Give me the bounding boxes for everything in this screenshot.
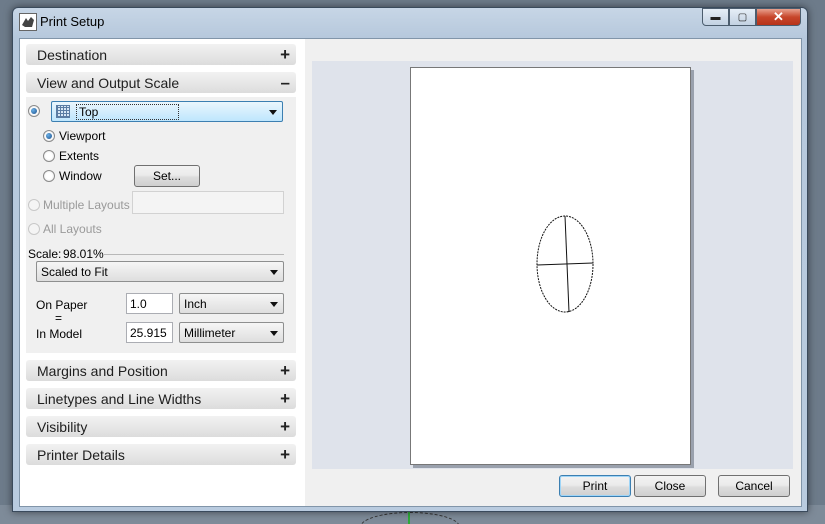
in-model-unit-select[interactable]: Millimeter	[179, 322, 284, 343]
section-label: Printer Details	[37, 446, 125, 463]
on-paper-unit-select[interactable]: Inch	[179, 293, 284, 314]
scale-mode-value: Scaled to Fit	[41, 264, 108, 279]
expand-icon: +	[280, 417, 290, 436]
expand-icon: +	[280, 361, 290, 380]
minimize-button[interactable]: ▬	[702, 8, 729, 26]
in-model-label: In Model	[36, 327, 83, 341]
dialog-client-area: Destination + View and Output Scale – To…	[19, 38, 802, 507]
settings-panel: Destination + View and Output Scale – To…	[20, 39, 305, 506]
window-label: Window	[59, 169, 102, 183]
section-view-output-scale[interactable]: View and Output Scale –	[26, 72, 296, 93]
equals-label: =	[55, 311, 63, 325]
expand-icon: +	[280, 389, 290, 408]
expand-icon: +	[280, 45, 290, 64]
extents-radio[interactable]	[43, 150, 55, 162]
view-radio[interactable]	[28, 105, 40, 117]
preview-paper	[410, 67, 691, 465]
view-select-value: Top	[76, 103, 180, 120]
section-label: Margins and Position	[37, 362, 168, 379]
window-radio[interactable]	[43, 170, 55, 182]
in-model-input[interactable]: 25.915	[126, 322, 173, 343]
rhino-app-icon	[19, 13, 37, 31]
close-button-label: Close	[654, 479, 686, 493]
section-printer-details[interactable]: Printer Details +	[26, 444, 296, 465]
view-select[interactable]: Top	[51, 101, 283, 122]
cancel-button[interactable]: Cancel	[718, 475, 790, 497]
window-title: Print Setup	[40, 14, 105, 29]
on-paper-unit-value: Inch	[184, 296, 207, 311]
set-window-button[interactable]: Set...	[134, 165, 200, 187]
close-window-button[interactable]: ✕	[756, 8, 801, 26]
titlebar[interactable]: Print Setup ▬ ▢ ✕	[13, 8, 807, 38]
print-preview	[312, 61, 793, 469]
all-layouts-label: All Layouts	[43, 222, 102, 236]
section-margins-position[interactable]: Margins and Position +	[26, 360, 296, 381]
preview-horizontal-line	[536, 262, 594, 266]
extents-label: Extents	[59, 149, 100, 163]
maximize-icon: ▢	[737, 11, 748, 23]
scale-mode-select[interactable]: Scaled to Fit	[36, 261, 284, 282]
view-output-scale-body: Top Viewport Extents Window Set... Multi…	[26, 97, 296, 353]
close-icon: ✕	[773, 9, 784, 24]
on-paper-label: On Paper	[36, 298, 88, 312]
section-destination[interactable]: Destination +	[26, 44, 296, 65]
maximize-button[interactable]: ▢	[729, 8, 756, 26]
section-label: Destination	[37, 46, 108, 63]
chevron-down-icon	[270, 331, 278, 336]
multiple-layouts-field[interactable]	[132, 191, 284, 214]
section-visibility[interactable]: Visibility +	[26, 416, 296, 437]
section-label: Linetypes and Line Widths	[37, 390, 202, 407]
in-model-value: 25.915	[130, 325, 167, 340]
close-button[interactable]: Close	[634, 475, 706, 497]
in-model-unit-value: Millimeter	[184, 325, 236, 340]
print-setup-dialog: Print Setup ▬ ▢ ✕ Destination + View and…	[12, 7, 808, 512]
scale-label: Scale:	[28, 247, 62, 261]
print-button-label: Print	[582, 479, 608, 493]
expand-icon: +	[280, 445, 290, 464]
multiple-layouts-radio[interactable]	[28, 199, 40, 211]
section-label: View and Output Scale	[37, 74, 180, 91]
preview-drawing	[536, 215, 594, 313]
viewport-label: Viewport	[59, 129, 106, 143]
chevron-down-icon	[269, 110, 277, 115]
chevron-down-icon	[270, 302, 278, 307]
chevron-down-icon	[270, 270, 278, 275]
section-linetypes[interactable]: Linetypes and Line Widths +	[26, 388, 296, 409]
scale-divider	[104, 254, 284, 255]
set-button-label: Set...	[152, 169, 181, 183]
print-button[interactable]: Print	[559, 475, 631, 497]
multiple-layouts-label: Multiple Layouts	[43, 198, 130, 212]
minimize-icon: ▬	[710, 11, 721, 23]
viewport-grid-icon	[56, 105, 70, 118]
collapse-icon: –	[280, 73, 290, 92]
viewport-radio[interactable]	[43, 130, 55, 142]
section-label: Visibility	[37, 418, 88, 435]
on-paper-value: 1.0	[130, 296, 147, 311]
scale-value: 98.01%	[63, 247, 104, 261]
on-paper-input[interactable]: 1.0	[126, 293, 173, 314]
cancel-button-label: Cancel	[735, 479, 773, 493]
all-layouts-radio[interactable]	[28, 223, 40, 235]
